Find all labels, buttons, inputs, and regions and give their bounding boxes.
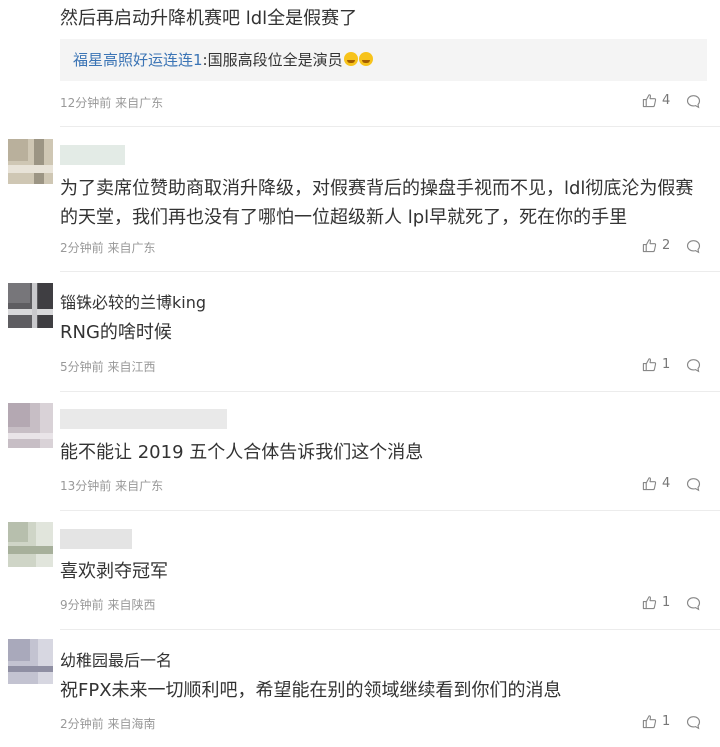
like-count: 1 xyxy=(662,714,671,729)
like-button[interactable]: 2 xyxy=(642,238,670,253)
comment-bubble-icon[interactable] xyxy=(686,358,701,373)
username-blurred[interactable] xyxy=(60,529,132,549)
comment-bubble-icon[interactable] xyxy=(686,477,701,492)
like-count: 1 xyxy=(662,595,671,610)
comment-meta: 9分钟前 来自陕西 xyxy=(60,598,156,612)
comment-5: 喜欢剥夺冠军 9分钟前 来自陕西 1 xyxy=(0,511,720,630)
comment-meta: 2分钟前 来自广东 xyxy=(60,241,156,255)
thumbs-up-icon xyxy=(642,94,657,108)
comment-text: 为了卖席位赞助商取消升降级，对假赛背后的操盘手视而不见，ldl彻底沦为假赛的天堂… xyxy=(60,178,694,228)
avatar[interactable] xyxy=(8,283,53,328)
like-button[interactable]: 4 xyxy=(642,476,670,491)
comment-4: 能不能让 2019 五个人合体告诉我们这个消息 13分钟前 来自广东 4 xyxy=(0,392,720,511)
quoted-text: 国服高段位全是演员 xyxy=(207,51,343,69)
comment-2: 为了卖席位赞助商取消升降级，对假赛背后的操盘手视而不见，ldl彻底沦为假赛的天堂… xyxy=(0,127,720,272)
avatar[interactable] xyxy=(8,522,53,567)
avatar[interactable] xyxy=(8,403,53,448)
quoted-username[interactable]: 福星高照好运连连1 xyxy=(73,51,203,69)
comment-meta: 13分钟前 来自广东 xyxy=(60,479,164,493)
comment-text: 能不能让 2019 五个人合体告诉我们这个消息 xyxy=(60,442,424,463)
quoted-reply[interactable]: 福星高照好运连连1:国服高段位全是演员 xyxy=(60,39,707,81)
like-count: 2 xyxy=(662,238,671,253)
comment-text: 祝FPX未来一切顺利吧，希望能在别的领域继续看到你们的消息 xyxy=(60,680,562,701)
comment-meta: 2分钟前 来自海南 xyxy=(60,717,156,731)
laugh-emoji-icon xyxy=(343,52,358,66)
comment-6: 幼稚园最后一名 祝FPX未来一切顺利吧，希望能在别的领域继续看到你们的消息 2分… xyxy=(0,630,720,747)
username[interactable]: 锱铢必较的兰博king xyxy=(60,289,206,313)
avatar[interactable] xyxy=(8,139,53,184)
like-button[interactable]: 1 xyxy=(642,595,670,610)
comment-3: 锱铢必较的兰博king RNG的啥时候 5分钟前 来自江西 1 xyxy=(0,272,720,392)
thumbs-up-icon xyxy=(642,477,657,491)
avatar[interactable] xyxy=(8,639,53,684)
thumbs-up-icon xyxy=(642,715,657,729)
comment-text: 然后再启动升降机赛吧 ldl全是假赛了 xyxy=(60,8,358,29)
username-blurred[interactable] xyxy=(60,409,227,429)
laugh-emoji-icon xyxy=(358,52,373,66)
comment-text: RNG的啥时候 xyxy=(60,322,172,343)
comment-meta: 12分钟前 来自广东 xyxy=(60,96,164,110)
like-count: 4 xyxy=(662,476,671,491)
thumbs-up-icon xyxy=(642,358,657,372)
like-button[interactable]: 4 xyxy=(642,93,670,108)
thumbs-up-icon xyxy=(642,596,657,610)
like-button[interactable]: 1 xyxy=(642,714,670,729)
comment-1: 然后再启动升降机赛吧 ldl全是假赛了 福星高照好运连连1:国服高段位全是演员 … xyxy=(0,0,720,127)
like-count: 1 xyxy=(662,357,671,372)
username-blurred[interactable] xyxy=(60,145,125,165)
thumbs-up-icon xyxy=(642,239,657,253)
comment-bubble-icon[interactable] xyxy=(686,715,701,730)
comment-bubble-icon[interactable] xyxy=(686,94,701,109)
comment-bubble-icon[interactable] xyxy=(686,596,701,611)
comment-text: 喜欢剥夺冠军 xyxy=(60,561,168,582)
like-count: 4 xyxy=(662,93,671,108)
like-button[interactable]: 1 xyxy=(642,357,670,372)
comment-meta: 5分钟前 来自江西 xyxy=(60,360,156,374)
comment-bubble-icon[interactable] xyxy=(686,239,701,254)
username[interactable]: 幼稚园最后一名 xyxy=(60,647,172,671)
